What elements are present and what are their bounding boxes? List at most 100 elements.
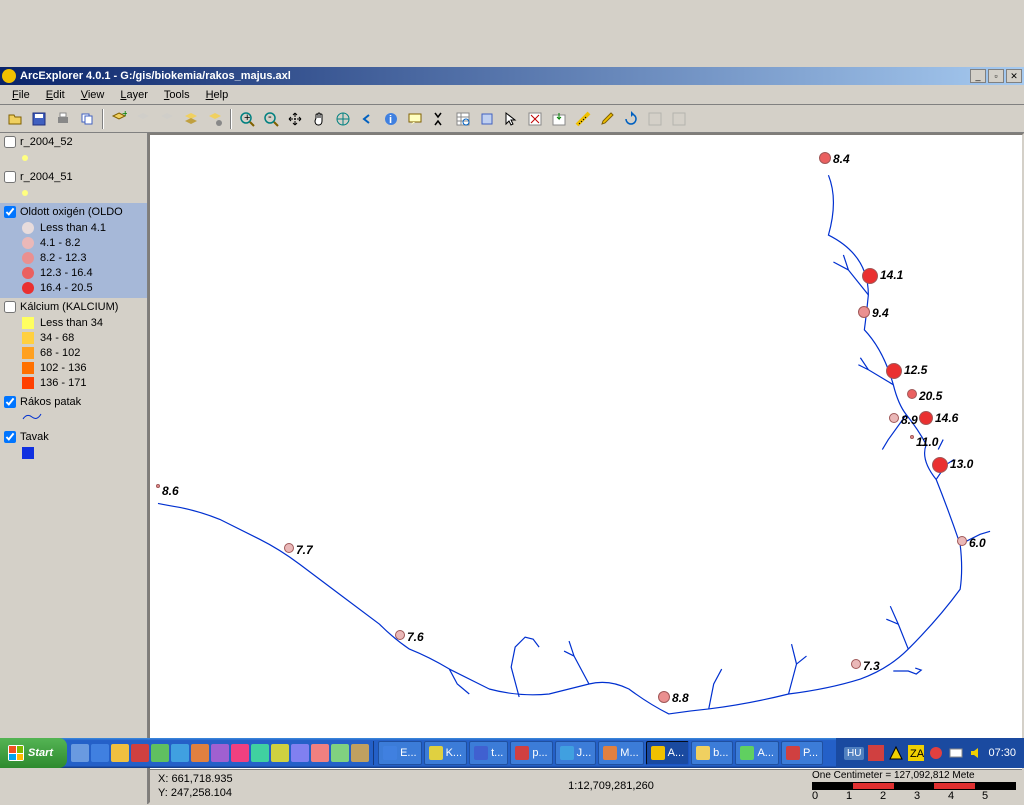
layer-checkbox[interactable] [4,396,16,408]
legend-item [22,445,143,460]
point-label: 14.1 [880,268,903,282]
find-button[interactable] [428,108,450,130]
zoom-out-button[interactable]: - [260,108,282,130]
layer-r_2004_51[interactable]: r_2004_51 [0,168,147,203]
add-layer-button[interactable]: + [108,108,130,130]
legend-swatch [22,317,34,329]
ql-icon-14[interactable] [331,744,349,762]
layer-down-button[interactable] [180,108,202,130]
legend-item: 68 - 102 [22,345,143,360]
maptips-button[interactable] [404,108,426,130]
layer-tavak[interactable]: Tavak [0,428,147,463]
zoom-in-button[interactable]: + [236,108,258,130]
identify-button[interactable]: i [380,108,402,130]
tray-icon-3[interactable]: ZA [908,745,924,761]
task-button[interactable]: A... [735,741,779,765]
clock[interactable]: 07:30 [988,747,1016,759]
start-button[interactable]: Start [0,738,67,768]
menu-tools[interactable]: Tools [156,87,198,103]
data-point: 12.5 [886,363,902,379]
layer-up-button[interactable] [156,108,178,130]
tray-icon-2[interactable] [888,745,904,761]
task-label: E... [400,747,417,759]
ql-icon-7[interactable] [191,744,209,762]
task-button[interactable]: b... [691,741,733,765]
tray-icon-5[interactable] [948,745,964,761]
layer-oldott-oxig-n-oldo[interactable]: Oldott oxigén (OLDOLess than 4.14.1 - 8.… [0,203,147,298]
point-label: 13.0 [950,457,973,471]
ql-icon-4[interactable] [131,744,149,762]
task-button[interactable]: K... [424,741,468,765]
ql-desktop-icon[interactable] [71,744,89,762]
export-button[interactable] [548,108,570,130]
task-button[interactable]: E... [378,741,422,765]
layer-r_2004_52[interactable]: r_2004_52 [0,133,147,168]
close-button[interactable]: ✕ [1006,69,1022,83]
task-button[interactable]: p... [510,741,552,765]
ql-icon-5[interactable] [151,744,169,762]
measure-button[interactable] [572,108,594,130]
save-button[interactable] [28,108,50,130]
ql-icon-11[interactable] [271,744,289,762]
layer-props-button[interactable] [204,108,226,130]
grid-button[interactable] [644,108,666,130]
legend-swatch [22,347,34,359]
ql-icon-10[interactable] [251,744,269,762]
table-button[interactable] [668,108,690,130]
task-icon [603,746,617,760]
layer-checkbox[interactable] [4,136,16,148]
app-icon [2,69,16,83]
refresh-button[interactable] [620,108,642,130]
task-label: b... [713,747,728,759]
menu-edit[interactable]: Edit [38,87,73,103]
layer-name: Oldott oxigén (OLDO [20,206,123,218]
menu-view[interactable]: View [73,87,113,103]
ql-icon-8[interactable] [211,744,229,762]
edit-button[interactable] [596,108,618,130]
task-button[interactable]: M... [598,741,643,765]
tray-volume-icon[interactable] [968,745,984,761]
menu-file[interactable]: File [4,87,38,103]
query-button[interactable] [452,108,474,130]
tray-icon-1[interactable] [868,745,884,761]
select-button[interactable] [500,108,522,130]
buffer-button[interactable] [476,108,498,130]
menu-help[interactable]: Help [198,87,237,103]
minimize-button[interactable]: _ [970,69,986,83]
lang-indicator[interactable]: HU [844,747,864,760]
layer-checkbox[interactable] [4,431,16,443]
zoom-extent-button[interactable] [332,108,354,130]
ql-icon-13[interactable] [311,744,329,762]
ql-ie-icon[interactable] [91,744,109,762]
open-button[interactable] [4,108,26,130]
task-icon [696,746,710,760]
clear-select-button[interactable] [524,108,546,130]
maximize-button[interactable]: ▫ [988,69,1004,83]
ql-icon-6[interactable] [171,744,189,762]
task-button[interactable]: A... [646,741,690,765]
layer-checkbox[interactable] [4,171,16,183]
map-canvas[interactable]: 8.414.19.412.520.58.914.611.013.06.07.38… [148,133,1024,804]
layer-r-kos-patak[interactable]: Rákos patak [0,393,147,428]
point-label: 8.6 [162,484,179,498]
menu-layer[interactable]: Layer [112,87,156,103]
ql-icon-15[interactable] [351,744,369,762]
tray-icon-4[interactable] [928,745,944,761]
hand-button[interactable] [308,108,330,130]
layer-checkbox[interactable] [4,206,16,218]
point-marker [284,543,294,553]
print-button[interactable] [52,108,74,130]
layer-checkbox[interactable] [4,301,16,313]
remove-layer-button[interactable] [132,108,154,130]
task-button[interactable]: t... [469,741,508,765]
pan-button[interactable] [284,108,306,130]
task-button[interactable]: P... [781,741,823,765]
legend-swatch [22,332,34,344]
ql-icon-9[interactable] [231,744,249,762]
copy-button[interactable] [76,108,98,130]
task-button[interactable]: J... [555,741,597,765]
ql-icon-12[interactable] [291,744,309,762]
zoom-prev-button[interactable] [356,108,378,130]
layer-k-lcium-kalcium-[interactable]: Kálcium (KALCIUM)Less than 3434 - 6868 -… [0,298,147,393]
ql-outlook-icon[interactable] [111,744,129,762]
